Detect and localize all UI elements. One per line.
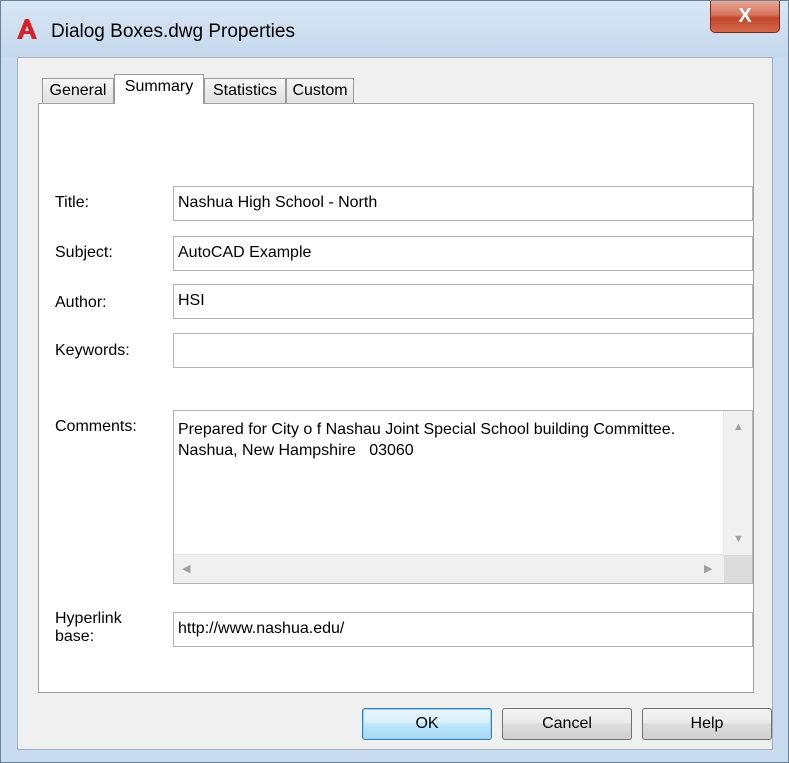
comments-text: Prepared for City o f Nashau Joint Speci… [178, 419, 723, 461]
hyperlink-label-line: base: [55, 628, 95, 645]
comments-label: Comments: [55, 418, 137, 435]
title-label: Title: [55, 194, 90, 211]
close-icon: X [738, 5, 752, 27]
comments-line: Nashua, New Hampshire 03060 [178, 442, 414, 459]
tab-summary[interactable]: Summary [114, 74, 204, 104]
comments-textarea[interactable]: Prepared for City o f Nashau Joint Speci… [173, 410, 753, 584]
scroll-right-icon[interactable]: ▶ [704, 563, 712, 575]
window-title: Dialog Boxes.dwg Properties [51, 21, 295, 42]
autocad-a-icon [17, 19, 37, 39]
subject-field[interactable]: AutoCAD Example [173, 236, 753, 271]
title-bar[interactable]: Dialog Boxes.dwg Properties X [1, 1, 788, 57]
scroll-down-icon[interactable]: ▼ [733, 533, 744, 545]
dialog-client-area: General Summary Statistics Custom Title:… [17, 57, 773, 750]
author-label: Author: [55, 294, 107, 311]
comments-line: Prepared for City o f Nashau Joint Speci… [178, 421, 676, 438]
cancel-button[interactable]: Cancel [502, 708, 632, 740]
title-field[interactable]: Nashua High School - North [173, 186, 753, 221]
tab-custom[interactable]: Custom [286, 78, 354, 103]
scroll-left-icon[interactable]: ◀ [182, 563, 190, 575]
vertical-scrollbar[interactable]: ▲ ▼ [723, 411, 752, 555]
close-button[interactable]: X [710, 1, 780, 33]
scroll-up-icon[interactable]: ▲ [733, 421, 744, 433]
hyperlink-base-label: Hyperlink base: [55, 610, 122, 646]
help-button[interactable]: Help [642, 708, 772, 740]
ok-button[interactable]: OK [362, 708, 492, 740]
subject-label: Subject: [55, 244, 113, 261]
tab-general[interactable]: General [42, 78, 114, 103]
hyperlink-label-line: Hyperlink [55, 610, 122, 627]
keywords-label: Keywords: [55, 342, 130, 359]
scroll-corner [724, 555, 752, 583]
author-field[interactable]: HSI [173, 284, 753, 319]
horizontal-scrollbar[interactable]: ◀ ▶ [174, 554, 724, 583]
tab-statistics[interactable]: Statistics [204, 78, 286, 103]
summary-panel: Title: Nashua High School - North Subjec… [38, 103, 754, 693]
keywords-field[interactable] [173, 333, 753, 368]
properties-dialog: Dialog Boxes.dwg Properties X General Su… [0, 0, 789, 763]
hyperlink-base-field[interactable]: http://www.nashua.edu/ [173, 612, 753, 647]
